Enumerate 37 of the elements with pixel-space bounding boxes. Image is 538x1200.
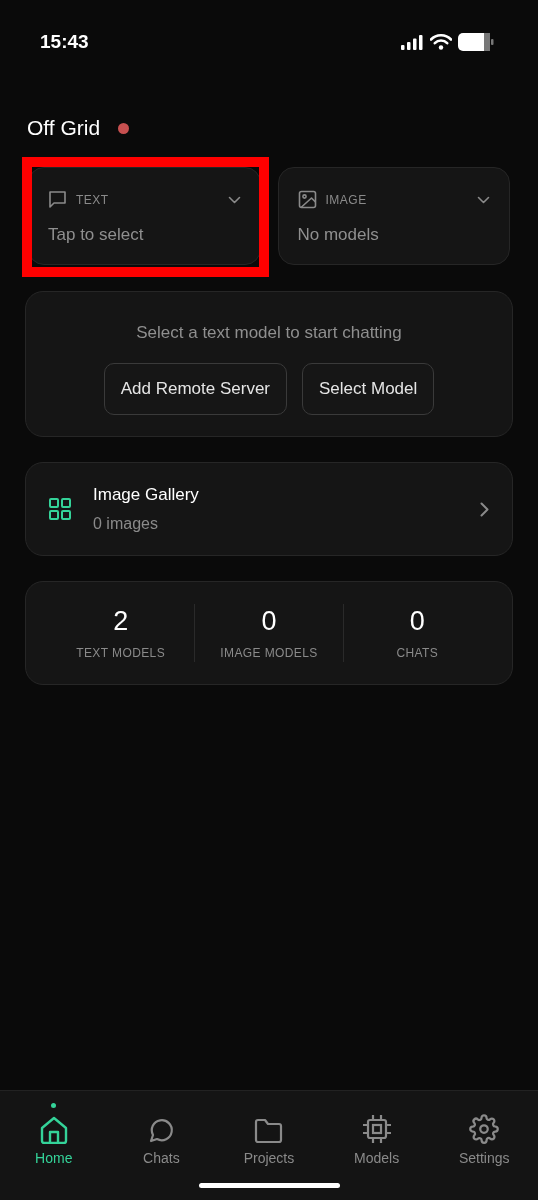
stat-value: 0 [261,605,277,638]
signal-icon [401,34,424,50]
status-time: 15:43 [40,29,89,54]
wifi-icon [430,34,452,50]
stat-value: 2 [113,605,129,638]
tab-item[interactable]: Projects [215,1115,323,1169]
selector-value: Tap to select [48,224,145,246]
tab-item[interactable]: Models [322,1115,431,1169]
stat-label: CHATS [396,645,439,662]
tab-item[interactable]: Settings [430,1115,538,1169]
stat-label: IMAGE MODELS [220,645,318,662]
tab-item[interactable]: Home [0,1115,108,1169]
folder-icon [254,1118,284,1144]
chat-bubble-icon [48,190,67,209]
app-title: Off Grid [27,115,101,142]
selector-value: No models [297,224,380,246]
gallery-count: 0 images [93,514,159,535]
gallery-title: Image Gallery [93,483,200,506]
chip-icon [361,1114,392,1144]
settings-icon [469,1114,500,1144]
action-button[interactable]: Add Remote Server [103,362,287,415]
gallery-card[interactable]: Image Gallery 0 images [25,462,513,556]
tab-item[interactable]: Chats [107,1115,216,1169]
stat-label: TEXT MODELS [76,645,166,662]
model-selector[interactable]: IMAGE No models [277,167,510,265]
selector-label: IMAGE [325,191,368,209]
stat-value: 0 [409,605,425,638]
action-button[interactable]: Select Model [302,362,435,415]
chevron-right-icon [480,501,489,517]
prompt-message: Select a text model to start chatting [136,322,402,344]
battery-icon [458,33,494,51]
chat-bubble-icon [147,1116,176,1144]
selector-label: TEXT [76,191,110,209]
image-icon [297,190,317,209]
chevron-down-icon [227,195,241,204]
chevron-down-icon [477,195,490,204]
grid-icon [49,498,71,520]
